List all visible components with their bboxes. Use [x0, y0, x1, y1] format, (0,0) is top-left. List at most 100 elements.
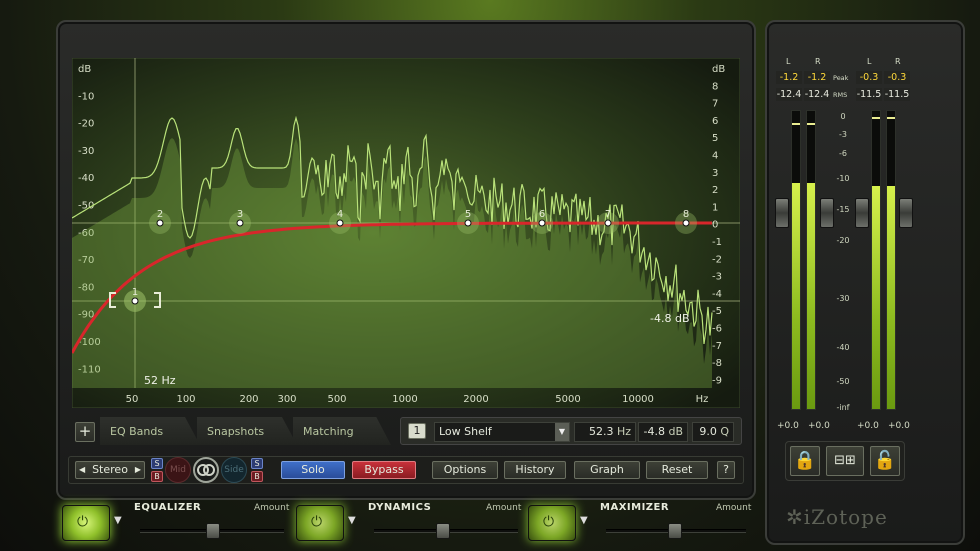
equalizer-dropdown-arrow-icon[interactable]: ▼ [114, 515, 122, 526]
db-right-tick: 2 [712, 185, 718, 196]
output-gain-right: +0.0 [888, 421, 910, 431]
input-gain-fader-right[interactable] [820, 198, 834, 228]
equalizer-amount-slider[interactable] [140, 523, 284, 539]
mid-bypass-button[interactable]: B [151, 471, 163, 482]
band-gain-unit: dB [668, 425, 683, 438]
input-gain-left: +0.0 [777, 421, 799, 431]
output-meter-right-level [887, 185, 895, 409]
output-lock-icon[interactable]: 🔓 [870, 446, 900, 476]
maximizer-power-button[interactable]: ⏻ [528, 505, 576, 541]
tab-matching[interactable]: Matching [293, 417, 391, 445]
power-icon: ⏻ [77, 514, 89, 530]
dynamics-amount-slider[interactable] [374, 523, 518, 539]
input-lock-icon[interactable]: 🔒 [790, 446, 820, 476]
history-button[interactable]: History [504, 461, 566, 479]
input-gain-fader-left[interactable] [775, 198, 789, 228]
input-right-label: R [815, 57, 821, 66]
side-bypass-button[interactable]: B [251, 471, 263, 482]
meter-scale-tick: -6 [839, 149, 847, 158]
channel-mode-label: Stereo [92, 463, 128, 476]
channel-mode-select[interactable]: ◀ Stereo ▶ [75, 461, 145, 479]
equalizer-power-button[interactable]: ⏻ [62, 505, 110, 541]
band-type-select[interactable]: Low Shelf ▼ [434, 422, 570, 442]
module-equalizer: ⏻ ▼ EQUALIZER Amount [62, 501, 290, 547]
maximizer-dropdown-arrow-icon[interactable]: ▼ [580, 515, 588, 526]
band-type-value: Low Shelf [439, 425, 492, 438]
eq-node-dot [131, 297, 139, 305]
db-right-tick: 8 [712, 81, 718, 92]
dynamics-dropdown-arrow-icon[interactable]: ▼ [348, 515, 356, 526]
side-button[interactable]: Side [221, 457, 247, 483]
tab-snapshots[interactable]: Snapshots [197, 417, 297, 445]
band-number-button[interactable]: 1 [408, 423, 426, 439]
db-right-tick: 6 [712, 116, 718, 127]
db-left-tick: -10 [78, 91, 94, 102]
output-peak-right: -0.3 [884, 71, 910, 84]
eq-node-dot [682, 219, 690, 227]
maximizer-amount-knob[interactable] [668, 523, 682, 539]
meter-scale-tick: -50 [836, 377, 850, 386]
power-icon: ⏻ [311, 514, 323, 530]
eq-node-dot [604, 219, 612, 227]
band-frequency-field[interactable]: 52.3 Hz [574, 422, 636, 442]
meter-scale-tick: -10 [836, 174, 850, 183]
dynamics-amount-label: Amount [486, 503, 522, 513]
eq-node-label: 2 [157, 209, 163, 220]
output-rms-left: -11.5 [856, 88, 882, 101]
mid-button[interactable]: Mid [165, 457, 191, 483]
db-right-tick: 0 [712, 220, 718, 231]
db-right-tick: 5 [712, 133, 718, 144]
output-gain-fader-left[interactable] [855, 198, 869, 228]
meter-scale-tick: -30 [836, 294, 850, 303]
help-button[interactable]: ? [717, 461, 735, 479]
module-dynamics: ⏻ ▼ DYNAMICS Amount [296, 501, 522, 547]
meter-scale-tick: -40 [836, 343, 850, 352]
output-meter-left [871, 110, 881, 410]
reset-button[interactable]: Reset [646, 461, 708, 479]
tab-eq-bands[interactable]: EQ Bands [100, 417, 200, 445]
db-right-tick: -4 [712, 289, 722, 300]
eq-node-label: 6 [539, 209, 545, 220]
rms-label: RMS [833, 91, 848, 99]
eq-graph-canvas[interactable]: dB-10-20-30-40-50-60-70-80-90-100-110 dB… [72, 58, 740, 408]
arrow-left-icon[interactable]: ◀ [79, 462, 85, 478]
eq-graph[interactable]: dB -10 -20 -30 -40 -50 -60 -70 -80 -90 -100 -110 dB… [72, 58, 740, 408]
graph-button[interactable]: Graph [574, 461, 640, 479]
band-gain-field[interactable]: -4.8 dB [638, 422, 688, 442]
mid-solo-button[interactable]: S [151, 458, 163, 469]
output-meter-left-level [872, 185, 880, 409]
dynamics-amount-knob[interactable] [436, 523, 450, 539]
db-right-tick: 3 [712, 168, 718, 179]
maximizer-amount-slider[interactable] [606, 523, 746, 539]
band-q-value: 9.0 [699, 425, 717, 438]
side-solo-button[interactable]: S [251, 458, 263, 469]
output-gain-fader-right[interactable] [899, 198, 913, 228]
eq-node-label: 4 [337, 209, 343, 220]
db-right-tick: -7 [712, 341, 722, 352]
link-glyph [197, 464, 215, 476]
meter-scale-tick: 0 [840, 112, 846, 121]
arrow-right-icon[interactable]: ▶ [135, 462, 141, 478]
eq-node-label: 7 [605, 209, 611, 220]
input-meter-left-level [792, 182, 800, 409]
options-button[interactable]: Options [432, 461, 498, 479]
db-right-tick: dB [712, 64, 725, 75]
output-peak-hold-left [872, 117, 880, 119]
band-q-field[interactable]: 9.0 Q [692, 422, 734, 442]
bypass-button[interactable]: Bypass [352, 461, 416, 479]
izotope-logo-icon: ✲ [786, 505, 804, 529]
band-frequency-value: 52.3 [588, 425, 614, 438]
link-icon[interactable] [193, 457, 219, 483]
db-right-tick: 7 [712, 99, 718, 110]
output-peak-left: -0.3 [856, 71, 882, 84]
solo-button[interactable]: Solo [281, 461, 345, 479]
gain-readout: -4.8 dB [650, 312, 690, 325]
add-band-button[interactable]: + [75, 422, 95, 442]
band-gain-value: -4.8 [643, 425, 665, 438]
dynamics-power-button[interactable]: ⏻ [296, 505, 344, 541]
dropdown-arrow-icon[interactable]: ▼ [555, 423, 569, 441]
db-right-tick: -3 [712, 272, 722, 283]
output-gain-left: +0.0 [857, 421, 879, 431]
equalizer-amount-knob[interactable] [206, 523, 220, 539]
link-gain-icon[interactable]: ⊟⊞ [826, 446, 864, 476]
